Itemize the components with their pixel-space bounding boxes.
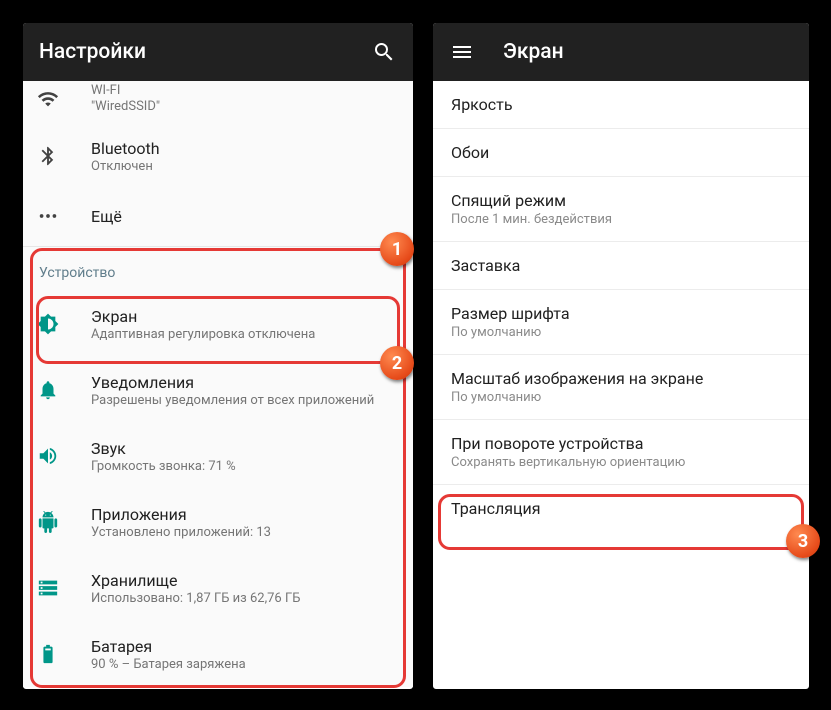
apps-sub: Установлено приложений: 13 bbox=[91, 525, 397, 540]
appbar-display: Экран bbox=[433, 23, 809, 81]
appbar-title: Настройки bbox=[39, 40, 371, 64]
list-item-storage[interactable]: Хранилище Использовано: 1,87 ГБ из 62,76… bbox=[23, 555, 413, 621]
section-header-device: Устройство bbox=[23, 247, 413, 291]
list-item-displaysize[interactable]: Масштаб изображения на экране По умолчан… bbox=[433, 355, 809, 420]
brightness-icon bbox=[37, 313, 79, 335]
bluetooth-sub: Отключен bbox=[91, 159, 397, 174]
list-item-wifi[interactable]: WI-FI "WiredSSID" bbox=[23, 81, 413, 126]
wifi-label: WI-FI bbox=[91, 83, 397, 98]
bluetooth-label: Bluetooth bbox=[91, 139, 397, 158]
wifi-icon bbox=[37, 88, 79, 110]
apps-label: Приложения bbox=[91, 505, 397, 524]
list-item-sleep[interactable]: Спящий режим После 1 мин. бездействия bbox=[433, 177, 809, 242]
bell-icon bbox=[37, 379, 79, 401]
list-item-fontsize[interactable]: Размер шрифта По умолчанию bbox=[433, 290, 809, 355]
storage-icon bbox=[37, 577, 79, 599]
storage-label: Хранилище bbox=[91, 571, 397, 590]
battery-icon bbox=[37, 643, 79, 665]
appbar-settings: Настройки bbox=[23, 23, 413, 81]
list-item-sound[interactable]: Звук Громкость звонка: 71 % bbox=[23, 423, 413, 489]
list-item-brightness[interactable]: Яркость bbox=[433, 81, 809, 129]
appbar-title-display: Экран bbox=[503, 40, 564, 64]
storage-sub: Использовано: 1,87 ГБ из 62,76 ГБ bbox=[91, 591, 397, 606]
more-label: Ещё bbox=[91, 207, 397, 226]
menu-icon[interactable] bbox=[449, 39, 475, 65]
apps-icon bbox=[37, 511, 79, 533]
list-item-bluetooth[interactable]: Bluetooth Отключен bbox=[23, 126, 413, 186]
display-label: Экран bbox=[91, 307, 397, 326]
list-item-rotation[interactable]: При повороте устройства Сохранять вертик… bbox=[433, 420, 809, 485]
notifications-label: Уведомления bbox=[91, 373, 397, 392]
settings-list: WI-FI "WiredSSID" Bluetooth Отключен Ещё… bbox=[23, 81, 413, 687]
display-list: Яркость Обои Спящий режим После 1 мин. б… bbox=[433, 81, 809, 532]
display-screen: Экран Яркость Обои Спящий режим После 1 … bbox=[430, 20, 812, 692]
settings-screen: Настройки WI-FI "WiredSSID" Bluetooth От… bbox=[20, 20, 416, 692]
list-item-cast[interactable]: Трансляция bbox=[433, 485, 809, 532]
list-item-display[interactable]: Экран Адаптивная регулировка отключена bbox=[23, 291, 413, 357]
more-icon bbox=[37, 205, 79, 227]
bluetooth-icon bbox=[37, 145, 79, 167]
notifications-sub: Разрешены уведомления от всех приложений bbox=[91, 393, 397, 408]
list-item-battery[interactable]: Батарея 90 % – Батарея заряжена bbox=[23, 621, 413, 687]
sound-sub: Громкость звонка: 71 % bbox=[91, 459, 397, 474]
sound-label: Звук bbox=[91, 439, 397, 458]
list-item-wallpaper[interactable]: Обои bbox=[433, 129, 809, 177]
list-item-apps[interactable]: Приложения Установлено приложений: 13 bbox=[23, 489, 413, 555]
list-item-screensaver[interactable]: Заставка bbox=[433, 242, 809, 290]
list-item-notifications[interactable]: Уведомления Разрешены уведомления от все… bbox=[23, 357, 413, 423]
volume-icon bbox=[37, 445, 79, 467]
battery-label: Батарея bbox=[91, 637, 397, 656]
search-icon[interactable] bbox=[371, 39, 397, 65]
battery-sub: 90 % – Батарея заряжена bbox=[91, 657, 397, 672]
wifi-sub: "WiredSSID" bbox=[91, 99, 397, 114]
list-item-more[interactable]: Ещё bbox=[23, 186, 413, 246]
display-sub: Адаптивная регулировка отключена bbox=[91, 327, 397, 342]
